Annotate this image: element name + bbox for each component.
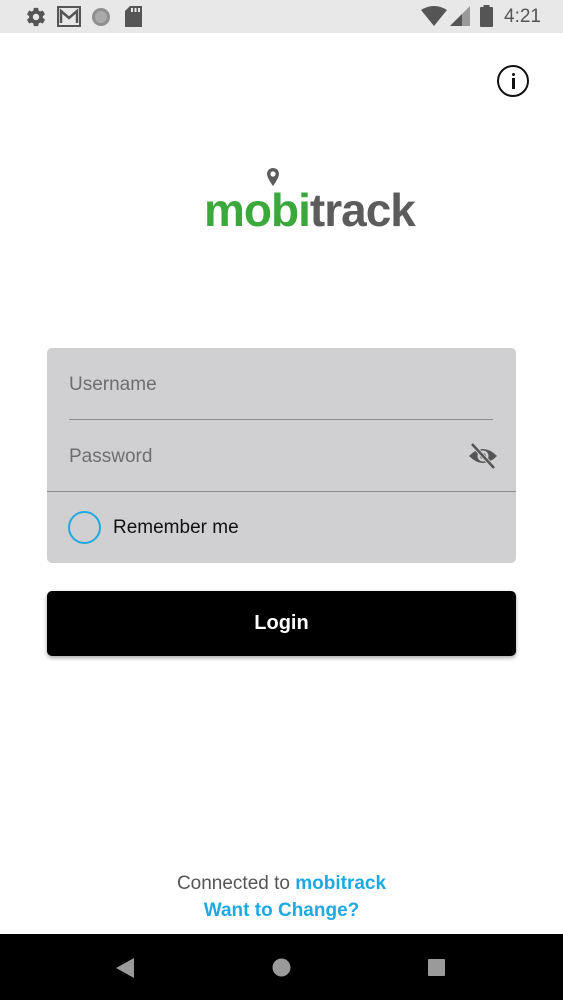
settings-icon bbox=[27, 7, 45, 27]
recents-icon[interactable] bbox=[428, 959, 445, 976]
change-server-link[interactable]: Want to Change? bbox=[0, 900, 563, 922]
remember-me-label: Remember me bbox=[113, 517, 239, 538]
connection-status: Connected to mobitrack bbox=[0, 873, 563, 895]
logo-text-track: track bbox=[309, 184, 416, 236]
username-divider bbox=[69, 419, 493, 420]
connected-prefix: Connected to bbox=[176, 873, 290, 894]
login-button[interactable]: Login bbox=[47, 591, 516, 656]
password-divider bbox=[47, 491, 516, 492]
app-logo: mobitrack bbox=[204, 182, 416, 238]
home-icon[interactable] bbox=[272, 958, 291, 977]
username-input[interactable] bbox=[69, 365, 493, 405]
server-name: mobitrack bbox=[295, 873, 387, 894]
login-screen: 4:21 mobitrack Remember me Login Connect… bbox=[0, 0, 563, 1000]
back-icon[interactable] bbox=[116, 958, 134, 978]
eye-off-icon[interactable] bbox=[467, 442, 499, 470]
info-icon[interactable] bbox=[497, 65, 529, 97]
battery-icon bbox=[480, 5, 493, 27]
info-icon-dot bbox=[511, 73, 515, 76]
wifi-icon bbox=[421, 6, 447, 26]
gmail-icon bbox=[57, 6, 81, 27]
password-input[interactable] bbox=[69, 437, 459, 477]
login-form-card: Remember me bbox=[47, 348, 516, 563]
status-bar: 4:21 bbox=[0, 0, 563, 33]
info-icon-bar bbox=[511, 78, 515, 89]
navigation-bar bbox=[0, 934, 563, 1000]
sd-card-icon bbox=[125, 6, 142, 27]
circle-icon bbox=[92, 8, 110, 26]
remember-me-radio[interactable] bbox=[68, 511, 101, 544]
status-time: 4:21 bbox=[504, 6, 541, 27]
logo-text-mobi: mobi bbox=[204, 184, 311, 236]
signal-icon bbox=[450, 6, 470, 26]
